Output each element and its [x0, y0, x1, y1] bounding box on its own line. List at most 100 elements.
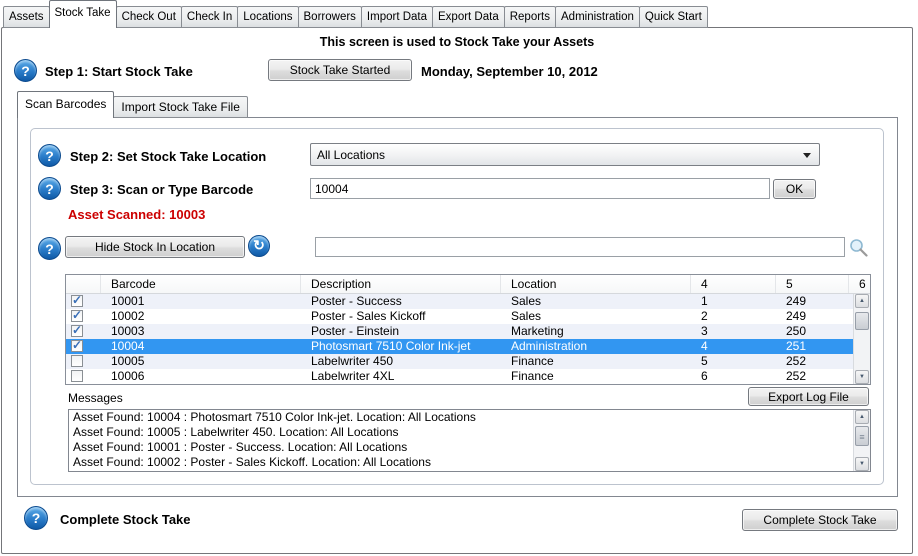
header-checkbox-column[interactable]: [66, 275, 101, 293]
tab-assets[interactable]: Assets: [3, 6, 50, 28]
cell-col5: 249: [776, 294, 849, 309]
search-input[interactable]: [315, 237, 845, 257]
cell-col4: 4: [691, 339, 776, 354]
cell-location: Administration: [501, 339, 691, 354]
tab-quick-start[interactable]: Quick Start: [639, 6, 708, 28]
message-line: Asset Found: 10002 : Poster - Sales Kick…: [69, 455, 870, 470]
tab-scan-barcodes[interactable]: Scan Barcodes: [17, 91, 114, 118]
export-log-file-button[interactable]: Export Log File: [748, 387, 869, 406]
cell-col4: 1: [691, 294, 776, 309]
cell-description: Labelwriter 450: [301, 354, 501, 369]
refresh-icon[interactable]: ↻: [248, 235, 270, 257]
complete-stock-take-button[interactable]: Complete Stock Take: [742, 509, 898, 531]
cell-barcode: 10004: [101, 339, 301, 354]
cell-description: Labelwriter 4XL: [301, 369, 501, 384]
main-tab-bar: Assets Stock Take Check Out Check In Loc…: [3, 0, 708, 28]
table-row[interactable]: 10005 Labelwriter 450 Finance 5 252: [66, 354, 870, 369]
stock-take-page: This screen is used to Stock Take your A…: [1, 27, 913, 554]
cell-col4: 2: [691, 309, 776, 324]
cell-barcode: 10006: [101, 369, 301, 384]
row-checkbox[interactable]: [71, 355, 83, 367]
row-checkbox[interactable]: [71, 325, 83, 337]
hide-stock-in-location-button[interactable]: Hide Stock In Location: [65, 236, 245, 258]
table-row[interactable]: 10002 Poster - Sales Kickoff Sales 2 249: [66, 309, 870, 324]
tab-import-data[interactable]: Import Data: [361, 6, 433, 28]
scan-barcodes-groupbox: ? Step 2: Set Stock Take Location All Lo…: [30, 128, 884, 485]
tab-import-stock-take-file[interactable]: Import Stock Take File: [113, 96, 248, 118]
messages-listbox[interactable]: Asset Found: 10004 : Photosmart 7510 Col…: [68, 409, 871, 472]
cell-description: Poster - Success: [301, 294, 501, 309]
cell-location: Sales: [501, 294, 691, 309]
stock-take-started-button[interactable]: Stock Take Started: [268, 59, 412, 81]
cell-col5: 252: [776, 369, 849, 384]
table-scrollbar[interactable]: ▲ ▼: [853, 294, 870, 384]
help-icon-stock-list[interactable]: ?: [38, 237, 61, 260]
tab-locations[interactable]: Locations: [237, 6, 298, 28]
tab-check-out[interactable]: Check Out: [116, 6, 182, 28]
scrollbar-thumb[interactable]: [855, 312, 869, 330]
help-icon-step2[interactable]: ?: [38, 144, 61, 167]
header-col4[interactable]: 4: [691, 275, 776, 293]
table-row[interactable]: 10006 Labelwriter 4XL Finance 6 252: [66, 369, 870, 384]
header-col6[interactable]: 6: [849, 275, 870, 293]
scroll-up-icon[interactable]: ▲: [855, 410, 869, 424]
asset-scanned-status: Asset Scanned: 10003: [68, 207, 205, 222]
asset-table-header[interactable]: Barcode Description Location 4 5 6: [66, 275, 870, 294]
cell-barcode: 10003: [101, 324, 301, 339]
messages-scrollbar[interactable]: ▲ ≡ ▼: [853, 410, 870, 471]
chevron-down-icon: [803, 153, 811, 158]
location-dropdown-value: All Locations: [317, 148, 385, 162]
sub-tab-bar: Scan Barcodes Import Stock Take File: [17, 90, 248, 118]
table-row[interactable]: 10003 Poster - Einstein Marketing 3 250: [66, 324, 870, 339]
step2-label: Step 2: Set Stock Take Location: [70, 149, 266, 164]
messages-label: Messages: [68, 391, 123, 405]
tab-borrowers[interactable]: Borrowers: [298, 6, 362, 28]
scroll-down-icon[interactable]: ▼: [855, 457, 869, 471]
row-checkbox[interactable]: [71, 370, 83, 382]
ok-button[interactable]: OK: [773, 179, 816, 199]
tab-stock-take[interactable]: Stock Take: [49, 0, 117, 28]
step3-label: Step 3: Scan or Type Barcode: [70, 182, 253, 197]
tab-reports[interactable]: Reports: [504, 6, 556, 28]
help-icon-step1[interactable]: ?: [14, 59, 37, 82]
location-dropdown[interactable]: All Locations: [310, 143, 820, 166]
cell-location: Finance: [501, 369, 691, 384]
complete-stock-take-label: Complete Stock Take: [60, 512, 191, 527]
cell-col4: 3: [691, 324, 776, 339]
table-row[interactable]: 10001 Poster - Success Sales 1 249: [66, 294, 870, 309]
row-checkbox[interactable]: [71, 310, 83, 322]
stock-take-date: Monday, September 10, 2012: [421, 64, 598, 79]
tab-export-data[interactable]: Export Data: [432, 6, 505, 28]
header-barcode[interactable]: Barcode: [101, 275, 301, 293]
cell-col4: 6: [691, 369, 776, 384]
cell-barcode: 10001: [101, 294, 301, 309]
asset-table: Barcode Description Location 4 5 6 10001…: [65, 274, 871, 385]
message-line: Asset Found: 10001 : Poster - Success. L…: [69, 440, 870, 455]
cell-barcode: 10002: [101, 309, 301, 324]
cell-col5: 249: [776, 309, 849, 324]
tab-administration[interactable]: Administration: [555, 6, 640, 28]
row-checkbox[interactable]: [71, 295, 83, 307]
cell-description: Photosmart 7510 Color Ink-jet: [301, 339, 501, 354]
help-icon-step3[interactable]: ?: [38, 177, 61, 200]
header-description[interactable]: Description: [301, 275, 501, 293]
scroll-down-icon[interactable]: ▼: [855, 370, 869, 384]
scroll-up-icon[interactable]: ▲: [855, 294, 869, 308]
step1-label: Step 1: Start Stock Take: [45, 64, 193, 79]
scrollbar-thumb[interactable]: ≡: [855, 426, 869, 446]
cell-location: Marketing: [501, 324, 691, 339]
header-col5[interactable]: 5: [776, 275, 849, 293]
tab-check-in[interactable]: Check In: [181, 6, 238, 28]
table-row-selected[interactable]: 10004 Photosmart 7510 Color Ink-jet Admi…: [66, 339, 870, 354]
row-checkbox[interactable]: [71, 340, 83, 352]
cell-location: Finance: [501, 354, 691, 369]
help-icon-complete[interactable]: ?: [24, 506, 48, 530]
search-icon[interactable]: [848, 237, 870, 259]
header-location[interactable]: Location: [501, 275, 691, 293]
scan-barcodes-page: ? Step 2: Set Stock Take Location All Lo…: [17, 117, 898, 497]
message-line: Asset Found: 10005 : Labelwriter 450. Lo…: [69, 425, 870, 440]
screen-instruction: This screen is used to Stock Take your A…: [2, 35, 912, 49]
cell-col5: 251: [776, 339, 849, 354]
cell-description: Poster - Einstein: [301, 324, 501, 339]
barcode-input[interactable]: [310, 178, 770, 199]
